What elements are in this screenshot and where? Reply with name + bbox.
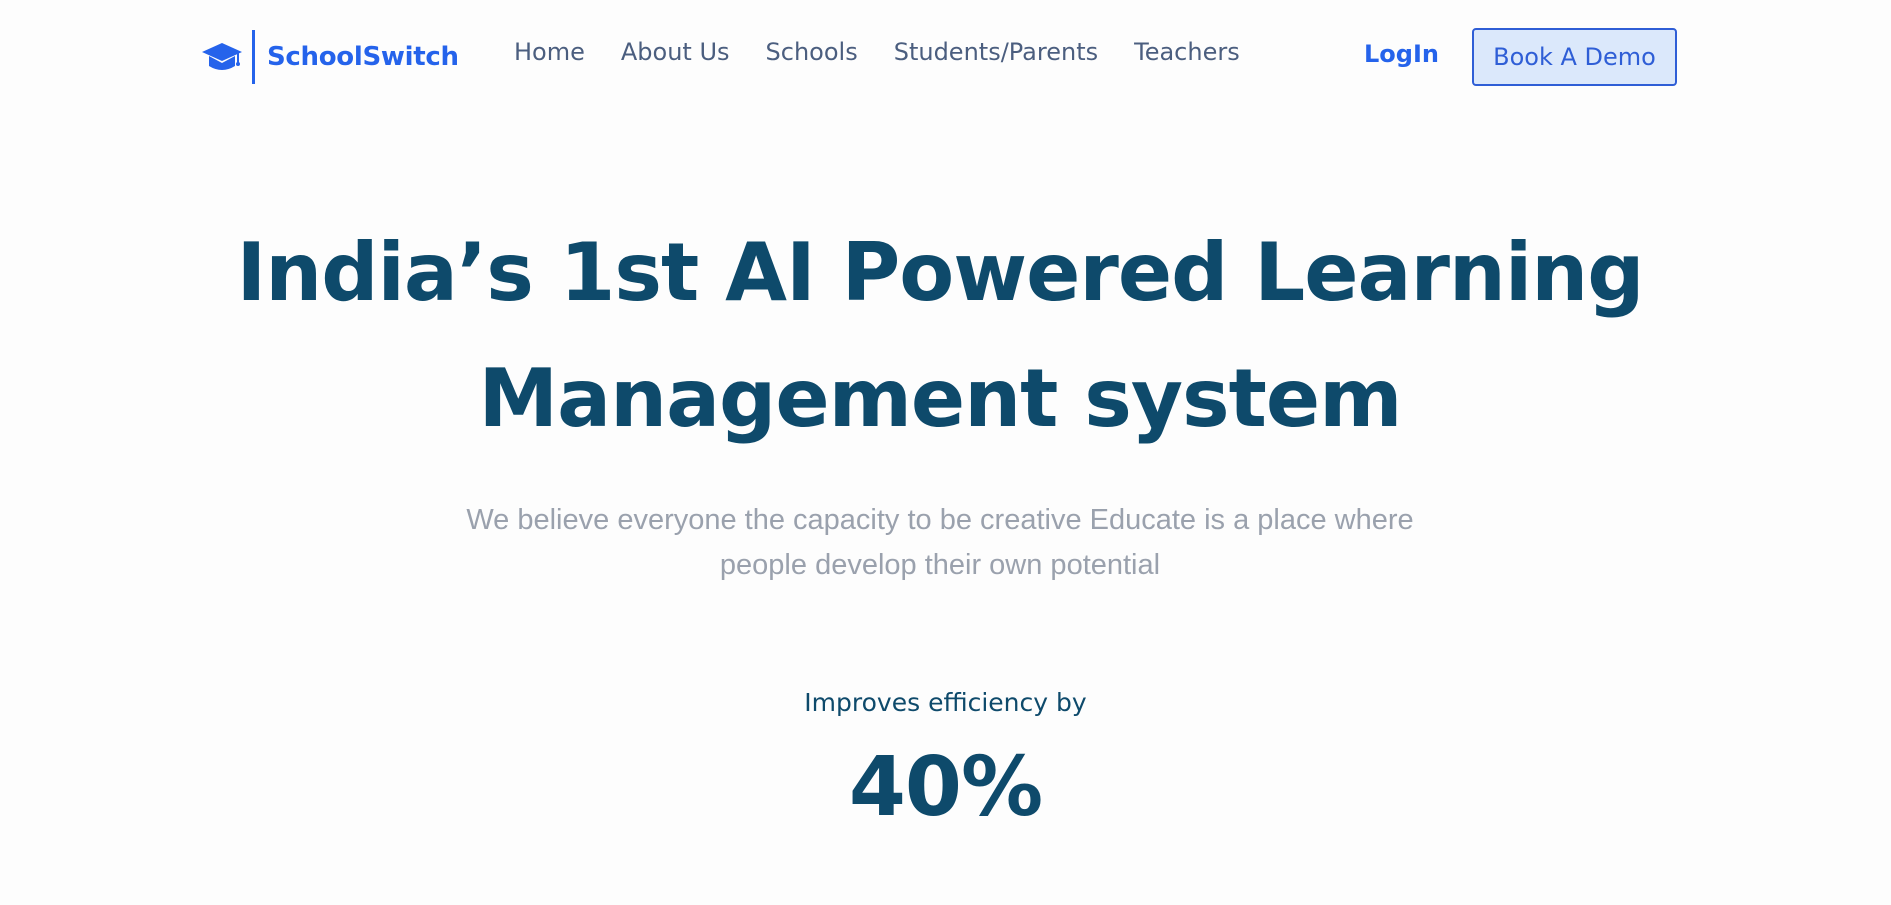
book-demo-button[interactable]: Book A Demo <box>1472 28 1677 86</box>
login-link[interactable]: LogIn <box>1364 40 1439 68</box>
nav-link-about-us[interactable]: About Us <box>621 38 730 66</box>
hero-title: India’s 1st AI Powered Learning Manageme… <box>236 226 1644 445</box>
graduation-cap-icon <box>200 39 244 75</box>
stat-label: Improves efficiency by <box>804 688 1087 717</box>
top-navbar: SchoolSwitch Home About Us Schools Stude… <box>0 0 1891 115</box>
nav-link-home[interactable]: Home <box>514 38 585 66</box>
hero-subtitle: We believe everyone the capacity to be c… <box>466 504 1414 581</box>
brand-name: SchoolSwitch <box>267 42 459 72</box>
stat-value: 40% <box>848 740 1043 835</box>
nav-link-schools[interactable]: Schools <box>766 38 858 66</box>
nav-link-teachers[interactable]: Teachers <box>1134 38 1240 66</box>
brand-logo[interactable]: SchoolSwitch <box>200 30 459 84</box>
nav-link-students-parents[interactable]: Students/Parents <box>894 38 1098 66</box>
logo-divider <box>252 30 255 84</box>
main-nav: Home About Us Schools Students/Parents T… <box>514 38 1276 66</box>
